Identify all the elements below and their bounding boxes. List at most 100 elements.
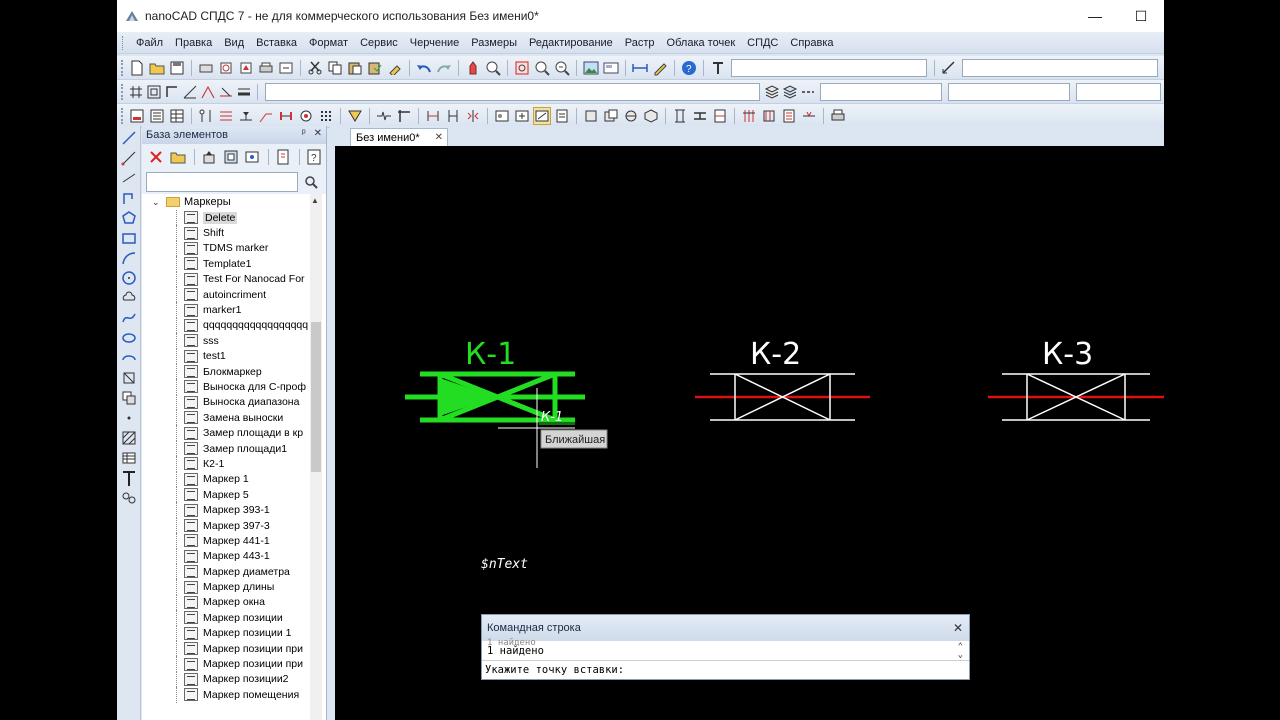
undo-icon[interactable] <box>415 59 433 77</box>
toolbar-grip[interactable] <box>121 107 124 124</box>
slope-icon[interactable] <box>424 107 442 125</box>
beam-icon[interactable] <box>691 107 709 125</box>
maximize-button[interactable]: ☐ <box>1118 0 1164 32</box>
rebar-layout-icon[interactable] <box>760 107 778 125</box>
tree-item[interactable]: Маркер 1 <box>142 471 327 488</box>
object-snap-icon[interactable] <box>200 83 216 101</box>
leader-icon[interactable] <box>257 107 275 125</box>
tree-item[interactable]: TDMS marker <box>142 240 327 257</box>
point-tool-icon[interactable] <box>120 409 138 427</box>
linetype-icon[interactable] <box>800 83 816 101</box>
print-drawing-icon[interactable] <box>829 107 847 125</box>
menu-point-clouds[interactable]: Облака точек <box>661 37 742 49</box>
table-tool-icon[interactable] <box>120 449 138 467</box>
menu-modify[interactable]: Редактирование <box>523 37 619 49</box>
tree-item[interactable]: Маркер позиции 1 <box>142 625 327 641</box>
menu-help[interactable]: Справка <box>784 37 839 49</box>
tree-item[interactable]: autoincriment <box>142 286 327 303</box>
ortho-icon[interactable] <box>164 83 180 101</box>
layout-icon[interactable] <box>602 59 620 77</box>
menu-spds[interactable]: СПДС <box>741 37 784 49</box>
tree-item[interactable]: Delete <box>142 210 327 226</box>
close-tab-icon[interactable]: ✕ <box>435 132 443 143</box>
menu-file[interactable]: Файл <box>130 37 169 49</box>
menu-raster[interactable]: Растр <box>619 37 661 49</box>
view-top-icon[interactable] <box>602 107 620 125</box>
ellipse-tool-icon[interactable] <box>120 329 138 347</box>
dim-style-combo[interactable] <box>962 58 1158 77</box>
zoom-previous-icon[interactable] <box>553 59 571 77</box>
xline-tool-icon[interactable] <box>120 169 138 187</box>
linetype-combo[interactable] <box>948 82 1071 101</box>
line-tool-icon[interactable] <box>120 129 138 147</box>
pencil-icon[interactable] <box>651 59 669 77</box>
marker-k3-symbol[interactable] <box>988 373 1164 421</box>
new-file-icon[interactable] <box>128 59 146 77</box>
help-icon[interactable]: ? <box>680 59 698 77</box>
menu-edit[interactable]: Правка <box>169 37 218 49</box>
rectangle-tool-icon[interactable] <box>120 229 138 247</box>
tree-item[interactable]: Выноска для С-проф <box>142 379 327 395</box>
ellipse-arc-tool-icon[interactable] <box>120 349 138 367</box>
table-icon[interactable] <box>168 107 186 125</box>
menu-dimensions[interactable]: Размеры <box>465 37 523 49</box>
minimize-button[interactable]: — <box>1072 0 1118 32</box>
tree-item[interactable]: Маркер длины <box>142 579 327 595</box>
scroll-thumb[interactable] <box>311 322 321 472</box>
block-editor-icon[interactable] <box>553 107 571 125</box>
marker-k2-symbol[interactable] <box>695 373 870 421</box>
tree-item[interactable]: Маркер помещения <box>142 687 327 703</box>
lineweight-combo[interactable] <box>1076 82 1161 101</box>
text-style-icon[interactable] <box>709 59 727 77</box>
tree-item[interactable]: Выноска диапазона <box>142 394 327 411</box>
notes-icon[interactable] <box>346 107 364 125</box>
insert-block-icon[interactable] <box>513 107 531 125</box>
cut-icon[interactable] <box>306 59 324 77</box>
upload-element-icon[interactable] <box>200 148 218 166</box>
layer-previous-icon[interactable] <box>782 83 798 101</box>
layer-manager-icon[interactable] <box>764 83 780 101</box>
print-icon[interactable] <box>257 59 275 77</box>
section-icon[interactable] <box>277 107 295 125</box>
copy-icon[interactable] <box>326 59 344 77</box>
axis-icon[interactable] <box>197 107 215 125</box>
tree-item[interactable]: sss <box>142 333 327 349</box>
arc-tool-icon[interactable] <box>120 249 138 267</box>
tree-item[interactable]: Template1 <box>142 256 327 272</box>
close-panel-button[interactable]: ✕ <box>314 128 322 139</box>
panel-scrollbar[interactable]: ▲ <box>310 194 322 720</box>
plot-icon[interactable] <box>217 59 235 77</box>
rebar-schedule-icon[interactable] <box>780 107 798 125</box>
scroll-up-icon[interactable]: ▲ <box>311 196 319 205</box>
paste-icon[interactable] <box>346 59 364 77</box>
preview-icon[interactable] <box>243 148 261 166</box>
close-command-line-icon[interactable]: ✕ <box>953 621 963 635</box>
match-properties-icon[interactable] <box>386 59 404 77</box>
hatch-icon[interactable] <box>395 107 413 125</box>
column-icon[interactable] <box>671 107 689 125</box>
open-file-icon[interactable] <box>148 59 166 77</box>
view-side-icon[interactable] <box>622 107 640 125</box>
tree-item[interactable]: Маркер 393-1 <box>142 502 327 518</box>
command-input[interactable]: Укажите точку вставки: <box>482 661 969 679</box>
menu-format[interactable]: Формат <box>303 37 354 49</box>
toolbar-grip[interactable] <box>121 83 124 100</box>
export-icon[interactable] <box>277 59 295 77</box>
tree-item[interactable]: Маркер позиции2 <box>142 671 327 688</box>
circle-tool-icon[interactable] <box>120 269 138 287</box>
menu-view[interactable]: Вид <box>218 37 250 49</box>
search-input[interactable] <box>146 172 298 192</box>
tree-item[interactable]: Маркер 397-3 <box>142 517 327 534</box>
tree-item[interactable]: Маркер 5 <box>142 487 327 503</box>
grid-icon[interactable] <box>146 83 162 101</box>
polyline-tool-icon[interactable] <box>120 189 138 207</box>
menu-insert[interactable]: Вставка <box>250 37 303 49</box>
make-block-tool-icon[interactable] <box>120 389 138 407</box>
menu-draw[interactable]: Черчение <box>404 37 466 49</box>
tree-item[interactable]: Замер площади в кр <box>142 425 327 441</box>
tree-item[interactable]: marker1 <box>142 302 327 318</box>
view-iso-icon[interactable] <box>642 107 660 125</box>
marker-grid-icon[interactable] <box>317 107 335 125</box>
redo-icon[interactable] <box>435 59 453 77</box>
clip-icon[interactable] <box>444 107 462 125</box>
